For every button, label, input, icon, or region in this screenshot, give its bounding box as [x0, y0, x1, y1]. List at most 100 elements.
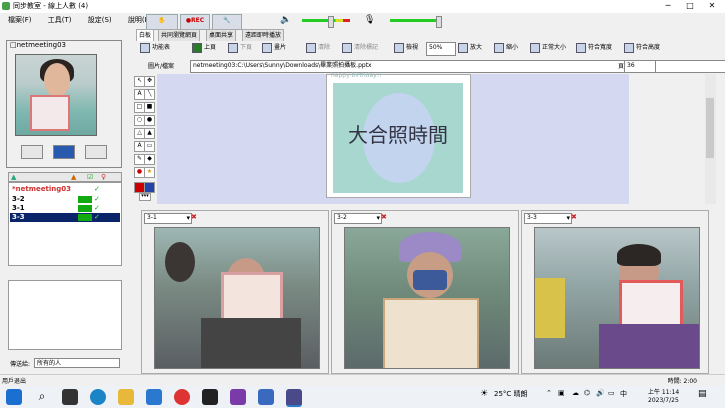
minimize-button[interactable]: ─: [657, 0, 679, 12]
status-left: 用戶退出: [2, 378, 27, 385]
zoom-select[interactable]: 50%: [426, 42, 456, 56]
chrome-icon[interactable]: [174, 389, 190, 405]
participant-list-header: ▲ ▲ ☑ ♀: [8, 172, 122, 182]
video-share-button[interactable]: [53, 145, 75, 159]
sync-classroom-taskbar-icon[interactable]: [286, 389, 302, 407]
whiteboard-scrollbar[interactable]: [705, 74, 716, 204]
fit-height-button[interactable]: 符合高度: [624, 42, 660, 54]
self-video-feed: [15, 54, 97, 136]
video-feed: [534, 227, 700, 369]
send-target-select[interactable]: 所有的人: [34, 358, 120, 368]
input-method-icon[interactable]: 中: [620, 389, 627, 399]
video-source-select[interactable]: 3-2: [334, 213, 382, 224]
chat-history[interactable]: [8, 280, 122, 350]
network-icon[interactable]: ⌬: [584, 389, 590, 397]
participant-row[interactable]: 3-1 ✓: [10, 204, 120, 213]
eraser-tool-icon[interactable]: ▭: [144, 141, 155, 152]
mic-slider[interactable]: [436, 16, 442, 28]
tray-app-icon[interactable]: ▣: [558, 389, 565, 397]
onedrive-icon[interactable]: ☁: [572, 389, 579, 397]
person-icon: ▲: [11, 173, 17, 181]
onenote-icon[interactable]: [230, 389, 246, 405]
close-video-icon[interactable]: ✖: [191, 213, 200, 222]
fill-tool-icon[interactable]: ◆: [144, 154, 155, 165]
prev-page-button[interactable]: 上頁: [192, 42, 216, 54]
participant-row-selected[interactable]: 3-3 ✓: [10, 213, 120, 222]
menu-file[interactable]: 檔案(F): [8, 13, 32, 27]
clear-button[interactable]: 清除: [306, 42, 330, 54]
record-button[interactable]: ●REC: [180, 14, 210, 30]
zoom-in-button[interactable]: 放大: [458, 42, 482, 54]
slide-caption: happy birthday!!: [331, 72, 382, 79]
taskbar: ⌕ ☀ 25°C 晴朗 ⌃ ▣ ☁ ⌬ 🔊 ▭ 中 上午 11:14 2023/…: [0, 386, 725, 408]
slide-background: 大合照時間: [333, 83, 463, 193]
window-title: 同步教室 - 線上人數 (4): [13, 2, 89, 10]
tab-remote-play[interactable]: 遠距即時播放: [242, 29, 285, 41]
video-source-select[interactable]: 3-3: [524, 213, 572, 224]
participant-list: *netmeeting03 ✓ 3-2 ✓ 3-1 ✓ 3-3 ✓: [8, 182, 122, 266]
volume-slider[interactable]: [328, 16, 334, 28]
tools-button[interactable]: 🔧: [212, 14, 242, 30]
zoom-out-button[interactable]: 縮小: [494, 42, 518, 54]
line-tool-icon[interactable]: ╲: [144, 89, 155, 100]
filled-rect-tool-icon[interactable]: ■: [144, 102, 155, 113]
raise-hand-button[interactable]: ✋: [146, 14, 178, 30]
video-feed: [154, 227, 320, 369]
close-video-icon[interactable]: ✖: [381, 213, 390, 222]
close-video-icon[interactable]: ✖: [571, 213, 580, 222]
task-view-icon[interactable]: [62, 389, 78, 405]
menu-tools[interactable]: 工具(T): [48, 13, 72, 27]
clock-date: 2023/7/25: [648, 397, 679, 404]
video-source-select[interactable]: 3-1: [144, 213, 192, 224]
close-button[interactable]: ✕: [701, 0, 723, 12]
notification-icon[interactable]: ▤: [698, 389, 707, 399]
check-column-icon: ☑: [87, 173, 94, 181]
next-page-button[interactable]: 下頁: [228, 42, 252, 54]
image-button[interactable]: 畫片: [262, 42, 286, 54]
filled-ellipse-tool-icon[interactable]: ●: [144, 115, 155, 126]
video-grid: 3-1 ✖ 3-2 ✖ 3-3 ✖: [137, 210, 717, 374]
search-icon[interactable]: ⌕: [34, 389, 50, 405]
file-explorer-icon[interactable]: [118, 389, 134, 405]
participant-row[interactable]: 3-2 ✓: [10, 195, 120, 204]
check-icon: ✓: [94, 204, 100, 212]
color-blue-swatch[interactable]: [144, 182, 155, 193]
speaker-icon: 🔈: [280, 15, 292, 25]
app-icon-blue[interactable]: [258, 389, 274, 405]
scrollbar-thumb[interactable]: [706, 98, 714, 158]
menu-settings[interactable]: 設定(S): [88, 13, 112, 27]
participant-row[interactable]: *netmeeting03 ✓: [10, 185, 120, 194]
file-path-bar: 圖片/檔案 netmeeting03:C:\Users\Sunny\Downlo…: [148, 60, 725, 73]
move-tool-icon[interactable]: ✥: [144, 76, 155, 87]
title-bar: 同步教室 - 線上人數 (4) ─ □ ✕: [0, 0, 725, 13]
tray-chevron-icon[interactable]: ⌃: [546, 389, 552, 397]
palette-expand-icon[interactable]: ▾▾▾: [139, 193, 151, 201]
edge-icon[interactable]: [90, 389, 106, 405]
check-icon: ✓: [94, 185, 100, 193]
page-select[interactable]: 36: [624, 60, 656, 73]
battery-icon[interactable]: ▭: [608, 389, 615, 397]
volume-icon[interactable]: 🔊: [596, 389, 605, 397]
actual-size-button[interactable]: 正常大小: [530, 42, 566, 54]
video-cell: 3-2 ✖: [331, 210, 519, 374]
maximize-button[interactable]: □: [679, 0, 701, 12]
windows-start-icon[interactable]: [6, 389, 22, 405]
video-cell: 3-1 ✖: [141, 210, 329, 374]
function-menu-button[interactable]: 功能表: [140, 42, 170, 54]
tab-cobrowse[interactable]: 共同瀏覽網頁: [158, 29, 201, 41]
filled-polygon-tool-icon[interactable]: ▲: [144, 128, 155, 139]
view-button[interactable]: 檢視: [394, 42, 418, 54]
star-tool-icon[interactable]: ★: [144, 167, 155, 178]
level-bar: [78, 196, 92, 203]
microphone-icon: 🎙: [364, 15, 376, 25]
clear-marks-button[interactable]: 清除標記: [342, 42, 378, 54]
tab-whiteboard[interactable]: 白板: [136, 29, 155, 41]
fit-width-button[interactable]: 符合寬度: [576, 42, 612, 54]
snapshot-button[interactable]: [85, 145, 107, 159]
notion-icon[interactable]: [202, 389, 218, 405]
self-video-label: □netmeeting03: [10, 41, 67, 49]
mail-icon[interactable]: [146, 389, 162, 405]
tab-desktop-share[interactable]: 桌面共享: [206, 29, 237, 41]
video-settings-button[interactable]: [21, 145, 43, 159]
video-cell: 3-3 ✖: [521, 210, 709, 374]
